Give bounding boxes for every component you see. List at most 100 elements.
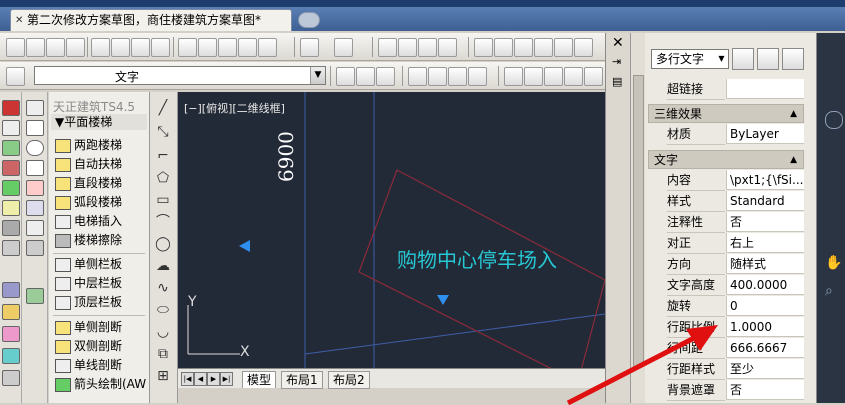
- hatch-icon[interactable]: [26, 180, 44, 196]
- tianzheng-item[interactable]: 顶层栏板: [55, 293, 122, 312]
- object-type-select[interactable]: 多行文字 ▼: [651, 49, 729, 69]
- join-icon[interactable]: [2, 370, 20, 386]
- sheet-set-icon[interactable]: [534, 38, 553, 57]
- prop-row-hyperlink[interactable]: 超链接: [648, 79, 804, 100]
- tianzheng-item[interactable]: 中层栏板: [55, 274, 122, 293]
- line-tool-icon[interactable]: [26, 120, 44, 136]
- prop-row-line-space-style[interactable]: 行距样式 至少: [648, 359, 804, 380]
- prop-row-material[interactable]: 材质 ByLayer: [648, 124, 804, 145]
- rectangle-icon[interactable]: ▭: [155, 192, 171, 208]
- quick-dim-icon[interactable]: [584, 67, 603, 86]
- make-current-icon[interactable]: [336, 67, 355, 86]
- prop-row-direction[interactable]: 方向 随样式: [648, 254, 804, 275]
- design-center-icon[interactable]: [494, 38, 513, 57]
- markup-icon[interactable]: [554, 38, 573, 57]
- preview-icon[interactable]: [111, 38, 130, 57]
- pan-icon[interactable]: [378, 38, 397, 57]
- circle-tool-icon[interactable]: [26, 140, 44, 156]
- arc-length-icon[interactable]: [448, 67, 467, 86]
- mtext-object[interactable]: 购物中心停车场入: [397, 244, 557, 273]
- prop-row-text-height[interactable]: 文字高度 400.0000: [648, 275, 804, 296]
- spline-icon[interactable]: ∿: [155, 280, 171, 296]
- extend-icon[interactable]: [2, 326, 20, 342]
- stretch-icon[interactable]: [2, 282, 20, 298]
- prop-row-style[interactable]: 样式 Standard: [648, 191, 804, 212]
- prev-tab-icon[interactable]: ◀: [194, 372, 207, 386]
- quick-select-icon[interactable]: [782, 48, 804, 70]
- new-tab-button[interactable]: [298, 12, 320, 28]
- viewcube-icon[interactable]: [825, 111, 843, 129]
- table-icon[interactable]: [26, 200, 44, 216]
- match-properties-icon[interactable]: [258, 38, 277, 57]
- diameter-dim-icon[interactable]: [544, 67, 563, 86]
- paste-special-icon[interactable]: [238, 38, 257, 57]
- category-3d[interactable]: 三维效果 ▲: [648, 104, 804, 123]
- copy-object-icon[interactable]: [2, 120, 20, 136]
- tab-layout2[interactable]: 布局2: [328, 371, 370, 389]
- tianzheng-item[interactable]: 自动扶梯: [55, 155, 122, 174]
- move-cross-icon[interactable]: [26, 240, 44, 256]
- tianzheng-item[interactable]: 弧段楼梯: [55, 193, 122, 212]
- tianzheng-item[interactable]: 箭头绘制(AW: [55, 375, 146, 394]
- tool-icon[interactable]: [26, 100, 44, 116]
- open-icon[interactable]: [26, 38, 45, 57]
- publish-icon[interactable]: [131, 38, 150, 57]
- tianzheng-item[interactable]: 单侧栏板: [55, 255, 122, 274]
- prop-row-line-spacing-distance[interactable]: 行间距 666.6667: [648, 338, 804, 359]
- zoom-icon[interactable]: ⌕: [825, 283, 833, 299]
- tianzheng-item[interactable]: 单侧剖断: [55, 318, 122, 337]
- paste-icon[interactable]: [218, 38, 237, 57]
- break-icon[interactable]: [2, 348, 20, 364]
- new-icon[interactable]: [6, 38, 25, 57]
- tab-layout1[interactable]: 布局1: [281, 371, 323, 389]
- linear-dim-icon[interactable]: [408, 67, 427, 86]
- first-tab-icon[interactable]: |◀: [181, 372, 194, 386]
- make-block-icon[interactable]: ⊞: [155, 368, 171, 384]
- polygon-icon[interactable]: ⬠: [155, 170, 171, 186]
- save-icon[interactable]: [46, 38, 65, 57]
- tianzheng-item[interactable]: 两跑楼梯: [55, 136, 122, 155]
- tab-model[interactable]: 模型: [242, 371, 277, 388]
- ordinate-dim-icon[interactable]: [468, 67, 487, 86]
- tianzheng-section[interactable]: ▼平面楼梯: [51, 114, 147, 130]
- palette-titlebar[interactable]: ✕ ⇥ ▤: [606, 33, 631, 403]
- circle-icon[interactable]: ◯: [155, 236, 171, 252]
- array-icon[interactable]: [2, 180, 20, 196]
- palette-menu-icon[interactable]: ▤: [612, 75, 622, 88]
- category-text[interactable]: 文字 ▲: [648, 150, 804, 169]
- zoom-realtime-icon[interactable]: [398, 38, 417, 57]
- document-tab[interactable]: ✕ 第二次修改方案草图，商住楼建筑方案草图*: [10, 9, 292, 31]
- prop-row-line-spacing-factor[interactable]: 行距比例 1.0000: [648, 317, 804, 338]
- mirror-icon[interactable]: [2, 140, 20, 156]
- layer-state-icon[interactable]: [376, 67, 395, 86]
- drawing-canvas[interactable]: [−][俯视][二维线框] 6900 购物中心停车场入 Y X: [178, 92, 605, 385]
- layer-manager-icon[interactable]: [6, 67, 25, 86]
- viewport-controls[interactable]: [−][俯视][二维线框]: [184, 100, 285, 116]
- ellipse-arc-icon[interactable]: ◡: [155, 324, 171, 340]
- plot-icon[interactable]: [151, 38, 170, 57]
- scale-icon[interactable]: [2, 240, 20, 256]
- rotate-icon[interactable]: [2, 220, 20, 236]
- redo-icon[interactable]: [334, 38, 353, 57]
- calculator-icon[interactable]: [574, 38, 593, 57]
- prop-row-contents[interactable]: 内容 \pxt1;{\fSi...: [648, 170, 804, 191]
- scrollbar-thumb[interactable]: [633, 75, 644, 367]
- polyline-icon[interactable]: ⌐: [155, 148, 171, 164]
- layer-select[interactable]: 文字 ▼: [34, 66, 326, 85]
- aligned-dim-icon[interactable]: [428, 67, 447, 86]
- ellipse-icon[interactable]: ⬭: [155, 302, 171, 318]
- autohide-icon[interactable]: ⇥: [612, 55, 621, 68]
- block-icon[interactable]: [26, 220, 44, 236]
- prop-row-annotative[interactable]: 注释性否: [648, 212, 804, 233]
- tianzheng-item[interactable]: 单线剖断: [55, 356, 122, 375]
- properties-icon[interactable]: [474, 38, 493, 57]
- trim-icon[interactable]: [2, 304, 20, 320]
- saveas-icon[interactable]: [66, 38, 85, 57]
- radius-dim-icon[interactable]: [504, 67, 523, 86]
- zoom-previous-icon[interactable]: [438, 38, 457, 57]
- palette-scrollbar[interactable]: [631, 33, 645, 403]
- snap-icon[interactable]: [26, 288, 44, 304]
- select-objects-icon[interactable]: [757, 48, 779, 70]
- xline-icon[interactable]: ⤡: [155, 124, 171, 140]
- undo-icon[interactable]: [300, 38, 319, 57]
